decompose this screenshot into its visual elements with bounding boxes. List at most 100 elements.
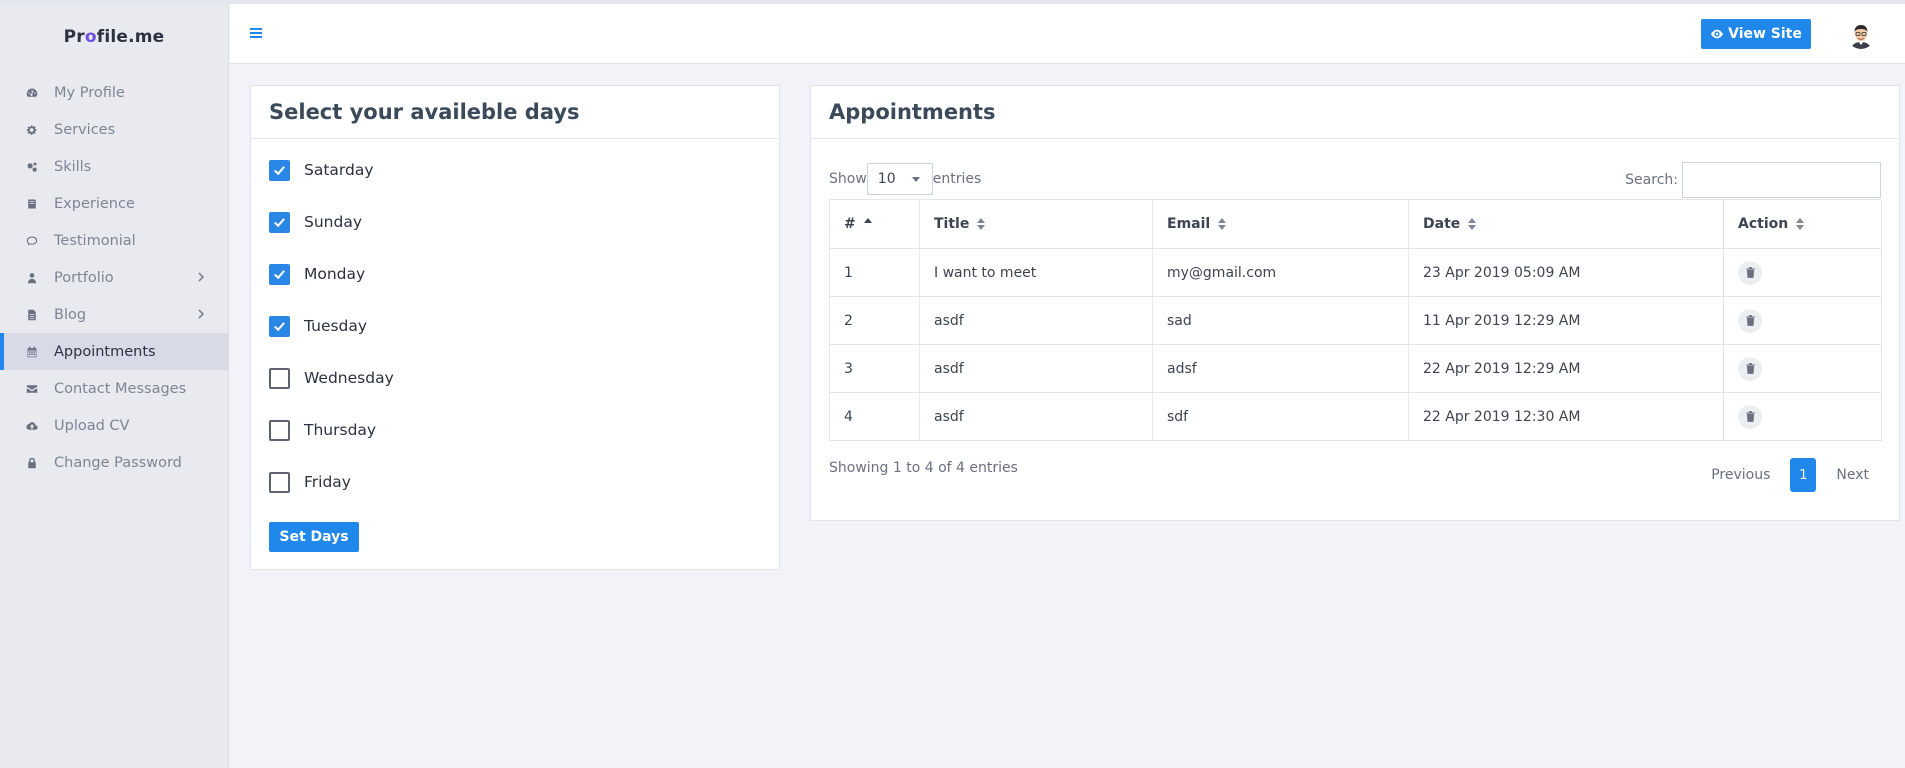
sidebar-item-portfolio[interactable]: Portfolio xyxy=(0,259,228,296)
table-row: 3 asdf adsf 22 Apr 2019 12:29 AM xyxy=(829,344,1882,393)
previous-page-button[interactable]: Previous xyxy=(1699,467,1782,483)
table-info: Showing 1 to 4 of 4 entries xyxy=(829,460,1018,476)
day-option-thursday[interactable]: Thursday xyxy=(269,404,779,456)
checkbox-unchecked[interactable] xyxy=(269,367,290,389)
day-option-satarday[interactable]: Satarday xyxy=(269,144,779,196)
cloud-upload-icon xyxy=(25,419,39,433)
day-option-monday[interactable]: Monday xyxy=(269,248,779,300)
top-header: View Site xyxy=(230,4,1905,64)
column-header-number[interactable]: # xyxy=(829,199,920,249)
sort-icon xyxy=(1796,218,1805,230)
sidebar-nav: My Profile Services Skills Experience Te… xyxy=(0,74,228,481)
gears-icon xyxy=(25,160,39,174)
hamburger-menu-icon[interactable] xyxy=(250,28,262,38)
sort-asc-icon xyxy=(863,218,872,230)
sidebar-item-label: Experience xyxy=(54,195,135,212)
search-control: Search: xyxy=(1625,162,1881,198)
checkbox-checked[interactable] xyxy=(269,315,290,337)
cell-action xyxy=(1723,392,1882,441)
sidebar-item-experience[interactable]: Experience xyxy=(0,185,228,222)
page-number-button[interactable]: 1 xyxy=(1790,458,1817,492)
column-header-action[interactable]: Action xyxy=(1723,199,1882,249)
sidebar-item-label: Skills xyxy=(54,158,92,175)
appointments-title: Appointments xyxy=(811,86,1899,139)
sidebar-item-label: Services xyxy=(54,121,116,138)
sort-icon xyxy=(1468,218,1477,230)
cell-email: sad xyxy=(1152,296,1409,345)
day-option-tuesday[interactable]: Tuesday xyxy=(269,300,779,352)
gear-icon xyxy=(25,123,39,137)
table-header-row: # Title Email Date Action xyxy=(829,199,1882,249)
sidebar-item-upload-cv[interactable]: Upload CV xyxy=(0,407,228,444)
delete-icon[interactable] xyxy=(1738,356,1762,381)
check-icon xyxy=(274,321,285,331)
page-size-select[interactable]: 10 xyxy=(866,163,933,195)
cell-action xyxy=(1723,296,1882,345)
sidebar-item-skills[interactable]: Skills xyxy=(0,148,228,185)
cell-number: 3 xyxy=(829,344,920,393)
calendar-icon xyxy=(25,345,39,359)
search-input[interactable] xyxy=(1682,162,1881,198)
delete-icon[interactable] xyxy=(1738,404,1762,429)
brand-o: o xyxy=(84,27,97,47)
table-row: 1 I want to meet my@gmail.com 23 Apr 201… xyxy=(829,248,1882,297)
cell-number: 4 xyxy=(829,392,920,441)
day-label: Monday xyxy=(304,265,366,283)
column-header-title[interactable]: Title xyxy=(919,199,1153,249)
checkbox-checked[interactable] xyxy=(269,211,290,233)
view-site-button[interactable]: View Site xyxy=(1701,19,1811,49)
sidebar-item-label: Contact Messages xyxy=(54,380,187,397)
avatar[interactable] xyxy=(1847,21,1875,49)
brand-logo[interactable]: Pr o file.me xyxy=(0,4,228,70)
next-page-button[interactable]: Next xyxy=(1824,467,1881,483)
sidebar-item-label: Appointments xyxy=(54,343,156,360)
sidebar-item-contact-messages[interactable]: Contact Messages xyxy=(0,370,228,407)
sidebar-item-label: Change Password xyxy=(54,454,182,471)
sidebar-item-change-password[interactable]: Change Password xyxy=(0,444,228,481)
tachometer-icon xyxy=(25,86,39,100)
checkbox-checked[interactable] xyxy=(269,263,290,285)
set-days-button[interactable]: Set Days xyxy=(269,522,359,552)
sidebar-item-services[interactable]: Services xyxy=(0,111,228,148)
delete-icon[interactable] xyxy=(1738,260,1762,285)
sidebar-item-my-profile[interactable]: My Profile xyxy=(0,74,228,111)
sidebar-item-label: Upload CV xyxy=(54,417,130,434)
days-list: Satarday Sunday Monday Tuesday Wednesday… xyxy=(251,139,779,508)
cell-action xyxy=(1723,248,1882,297)
cell-number: 1 xyxy=(829,248,920,297)
check-icon xyxy=(274,165,285,175)
cell-title: asdf xyxy=(919,296,1153,345)
check-icon xyxy=(274,217,285,227)
lock-icon xyxy=(25,456,39,470)
sort-icon xyxy=(1218,218,1227,230)
cell-title: asdf xyxy=(919,344,1153,393)
file-icon xyxy=(25,308,39,322)
page-size-value: 10 xyxy=(877,171,896,187)
sidebar-item-testimonial[interactable]: Testimonial xyxy=(0,222,228,259)
cell-email: my@gmail.com xyxy=(1152,248,1409,297)
day-option-sunday[interactable]: Sunday xyxy=(269,196,779,248)
comment-icon xyxy=(25,234,39,248)
book-icon xyxy=(25,197,39,211)
sort-icon xyxy=(977,218,986,230)
eye-icon xyxy=(1710,29,1724,39)
cell-email: sdf xyxy=(1152,392,1409,441)
table-controls: Show 10 entries Search: xyxy=(829,162,1881,198)
sidebar-item-label: Blog xyxy=(54,306,87,323)
day-option-wednesday[interactable]: Wednesday xyxy=(269,352,779,404)
sidebar-item-appointments[interactable]: Appointments xyxy=(0,333,228,370)
chevron-right-icon xyxy=(196,270,208,282)
checkbox-unchecked[interactable] xyxy=(269,419,290,441)
day-label: Satarday xyxy=(304,161,374,179)
delete-icon[interactable] xyxy=(1738,308,1762,333)
appointments-card: Appointments Show 10 entries Search: # T… xyxy=(810,85,1900,521)
column-header-date[interactable]: Date xyxy=(1408,199,1724,249)
sidebar-item-blog[interactable]: Blog xyxy=(0,296,228,333)
cell-date: 23 Apr 2019 05:09 AM xyxy=(1408,248,1724,297)
checkbox-unchecked[interactable] xyxy=(269,471,290,493)
column-header-email[interactable]: Email xyxy=(1152,199,1409,249)
day-label: Thursday xyxy=(304,421,377,439)
day-option-friday[interactable]: Friday xyxy=(269,456,779,508)
checkbox-checked[interactable] xyxy=(269,159,290,181)
show-label: Show xyxy=(829,171,867,187)
